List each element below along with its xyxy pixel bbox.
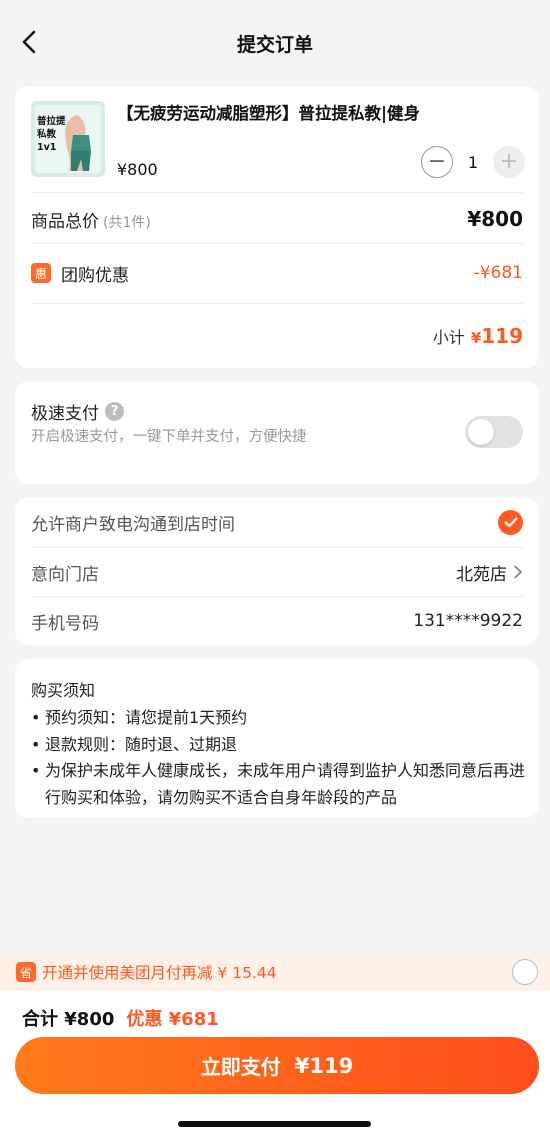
notice-title: 购买须知 <box>31 681 96 700</box>
quantity-stepper: − 1 + <box>421 146 525 178</box>
nav-bar: 提交订单 <box>0 0 550 86</box>
divider <box>31 303 523 304</box>
merchant-contact-card: 允许商户致电沟通到店时间 意向门店 北苑店 手机号码 131****9922 <box>15 497 539 645</box>
express-pay-card: 极速支付 ? 开启极速支付，一键下单并支付，方便快捷 <box>15 381 539 484</box>
total-price-label: 商品总价 <box>31 211 99 232</box>
product-thumbnail[interactable]: 普拉提私教1v1 <box>31 101 105 177</box>
divider <box>31 596 523 597</box>
total-price-value: ¥800 <box>467 207 523 231</box>
promo-radio[interactable] <box>512 959 538 985</box>
decrease-quantity-button[interactable]: − <box>421 146 453 178</box>
express-pay-description: 开启极速支付，一键下单并支付，方便快捷 <box>31 429 307 445</box>
phone-label: 手机号码 <box>31 613 99 634</box>
subtotal-currency: ¥ <box>470 329 482 347</box>
monthly-pay-promo[interactable]: 省 开通并使用美团月付再减 ¥ 15.44 <box>0 953 550 991</box>
store-row[interactable]: 意向门店 北苑店 <box>31 559 523 585</box>
checkout-footer: 合计 ¥800 优惠 ¥681 立即支付 ¥119 <box>0 991 550 1138</box>
list-item: • 预约须知：请您提前1天预约 <box>31 708 248 727</box>
chevron-right-icon <box>514 565 522 579</box>
page-title: 提交订单 <box>236 34 313 56</box>
discount-value: -¥681 <box>473 263 523 283</box>
product-name[interactable]: 【无疲劳运动减脂塑形】普拉提私教|健身 <box>117 100 420 124</box>
discount-row: 惠 团购优惠 -¥681 <box>31 258 523 288</box>
promo-text: 开通并使用美团月付再减 ¥ 15.44 <box>42 964 277 982</box>
phone-value[interactable]: 131****9922 <box>413 611 523 631</box>
list-item: • 为保护未成年人健康成长，未成年用户请得到监护人知悉同意后再进行购买和体验，请勿… <box>31 761 526 807</box>
phone-row[interactable]: 手机号码 131****9922 <box>31 608 523 634</box>
express-pay-toggle[interactable] <box>465 416 523 448</box>
toggle-knob <box>468 419 494 445</box>
subtotal-label: 小计 <box>432 328 465 347</box>
pay-now-amount: ¥119 <box>294 1053 354 1078</box>
checkmark-icon <box>503 516 518 527</box>
increase-quantity-button[interactable]: + <box>493 146 525 178</box>
total-count: (共1件) <box>103 214 151 231</box>
product-price: ¥800 <box>117 160 158 179</box>
divider <box>31 547 523 548</box>
allow-call-checkbox[interactable] <box>498 509 523 535</box>
notice-list: • 预约须知：请您提前1天预约 • 退款规则：随时退、过期退 • 为保护未成年人健康成… <box>31 705 531 811</box>
list-item: • 退款规则：随时退、过期退 <box>31 734 238 754</box>
pay-now-label: 立即支付 <box>200 1055 281 1079</box>
total-discount: 优惠 ¥681 <box>126 1009 219 1030</box>
discount-label: 团购优惠 <box>61 265 129 286</box>
allow-call-label: 允许商户致电沟通到店时间 <box>31 514 235 535</box>
express-pay-title: 极速支付 <box>31 404 99 424</box>
quantity-value: 1 <box>467 152 479 172</box>
grand-total: 合计 ¥800 <box>22 1009 115 1030</box>
subtotal: 小计 ¥119 <box>433 324 523 348</box>
help-icon[interactable]: ? <box>105 402 124 421</box>
store-label: 意向门店 <box>31 564 99 585</box>
purchase-notice-card: 购买须知 • 预约须知：请您提前1天预约 • 退款规则：随时退、过期退 • 为保护未成… <box>15 659 539 818</box>
order-summary-card: 普拉提私教1v1 【无疲劳运动减脂塑形】普拉提私教|健身 ¥800 − 1 + … <box>15 86 539 368</box>
product-thumb-text: 普拉提私教1v1 <box>37 116 66 153</box>
divider <box>31 243 523 244</box>
save-badge-icon: 省 <box>16 962 36 982</box>
store-value: 北苑店 <box>456 564 507 585</box>
allow-call-row[interactable]: 允许商户致电沟通到店时间 <box>31 509 523 535</box>
subtotal-value: 119 <box>481 324 523 348</box>
discount-badge-icon: 惠 <box>31 263 51 283</box>
divider <box>31 192 523 193</box>
total-price-row: 商品总价 (共1件) ¥800 <box>31 204 523 234</box>
pay-now-button[interactable]: 立即支付 ¥119 <box>15 1037 539 1094</box>
home-indicator[interactable] <box>178 1121 371 1127</box>
